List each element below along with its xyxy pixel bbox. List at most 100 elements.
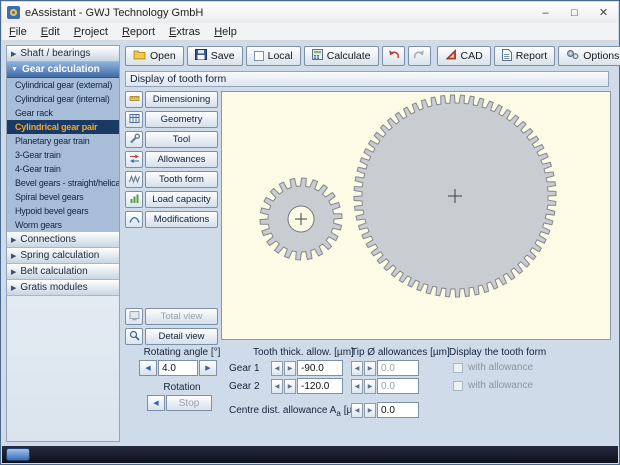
tip1-increase-button[interactable]: ▶ <box>364 361 376 376</box>
centre-allowance-field[interactable] <box>377 402 419 418</box>
detail-view-button[interactable]: Detail view <box>145 328 218 345</box>
total-view-button[interactable]: Total view <box>145 308 218 325</box>
redo-icon <box>413 49 426 63</box>
tooth-thickness-header: Tooth thick. allow. [µm] <box>253 347 354 358</box>
ruler-icon <box>129 92 140 107</box>
sidebar-item-hypoid-bevel-gears[interactable]: Hypoid bevel gears <box>7 204 119 218</box>
modifications-icon-button[interactable] <box>125 211 143 228</box>
arrows-icon <box>129 152 140 167</box>
menu-project[interactable]: Project <box>67 25 115 39</box>
gear2-allowance-field[interactable] <box>297 378 343 394</box>
tip2-allowance-field[interactable] <box>377 378 419 394</box>
sidebar-item-cylindrical-gear-external[interactable]: Cylindrical gear (external) <box>7 78 119 92</box>
sidebar-item-worm-gears[interactable]: Worm gears <box>7 218 119 232</box>
tool-icon-button[interactable] <box>125 131 143 148</box>
section-label: Connections <box>20 234 76 245</box>
gear2-decrease-button[interactable]: ◀ <box>271 379 283 394</box>
sidebar-section-spring-calculation[interactable]: ▶ Spring calculation <box>7 248 119 264</box>
sidebar-section-shaft-bearings[interactable]: ▶ Shaft / bearings <box>7 46 119 62</box>
tip1-allowance-field[interactable] <box>377 360 419 376</box>
undo-button[interactable] <box>382 46 405 66</box>
magnifier-icon <box>129 329 140 344</box>
open-button[interactable]: Open <box>125 46 184 66</box>
menu-help[interactable]: Help <box>207 25 244 39</box>
sidebar: ▶ Shaft / bearings ▼ Gear calculation Cy… <box>6 45 120 442</box>
tooth-form-canvas <box>221 91 611 340</box>
gear-icon <box>566 49 579 63</box>
geometry-button[interactable]: Geometry <box>145 111 218 128</box>
local-checkbox[interactable] <box>254 51 264 61</box>
rotate-right-button[interactable]: ▶ <box>199 360 217 376</box>
tip1-decrease-button[interactable]: ◀ <box>351 361 363 376</box>
centre-decrease-button[interactable]: ◀ <box>351 403 363 418</box>
sidebar-item-cylindrical-gear-pair[interactable]: Cylindrical gear pair <box>7 120 119 134</box>
with-allowance-checkbox-2[interactable] <box>453 381 463 391</box>
view-header: Display of tooth form <box>125 71 609 87</box>
section-label: Gratis modules <box>20 282 87 293</box>
calculate-label: Calculate <box>327 50 371 62</box>
sidebar-item-gear-rack[interactable]: Gear rack <box>7 106 119 120</box>
with-allowance-checkbox-1[interactable] <box>453 363 463 373</box>
modifications-button[interactable]: Modifications <box>145 211 218 228</box>
report-button[interactable]: Report <box>494 46 556 66</box>
tooth-form-button[interactable]: Tooth form <box>145 171 218 188</box>
sidebar-item-3-gear-train[interactable]: 3-Gear train <box>7 148 119 162</box>
options-label: Options <box>583 50 619 62</box>
rotate-left-button[interactable]: ◀ <box>139 360 157 376</box>
gear1-increase-button[interactable]: ▶ <box>284 361 296 376</box>
sidebar-item-planetary-gear-train[interactable]: Planetary gear train <box>7 134 119 148</box>
total-view-icon-button[interactable] <box>125 308 143 325</box>
rotating-angle-field[interactable] <box>158 360 198 376</box>
options-button[interactable]: Options <box>558 46 620 66</box>
detail-view-icon-button[interactable] <box>125 328 143 345</box>
wrench-icon <box>129 132 140 147</box>
dimensioning-icon-button[interactable] <box>125 91 143 108</box>
sidebar-item-bevel-gears[interactable]: Bevel gears - straight/helical <box>7 176 119 190</box>
left-arrow-icon: ◀ <box>145 364 150 372</box>
dimensioning-button[interactable]: Dimensioning <box>145 91 218 108</box>
tip2-decrease-button[interactable]: ◀ <box>351 379 363 394</box>
centre-increase-button[interactable]: ▶ <box>364 403 376 418</box>
tip2-increase-button[interactable]: ▶ <box>364 379 376 394</box>
rotation-stop-button[interactable]: Stop <box>166 395 212 411</box>
menu-extras[interactable]: Extras <box>162 25 207 39</box>
rotation-start-button[interactable]: ◀ <box>147 395 165 411</box>
gear2-increase-button[interactable]: ▶ <box>284 379 296 394</box>
allowances-icon-button[interactable] <box>125 151 143 168</box>
menu-report[interactable]: Report <box>115 25 162 39</box>
sidebar-section-belt-calculation[interactable]: ▶ Belt calculation <box>7 264 119 280</box>
gear1-decrease-button[interactable]: ◀ <box>271 361 283 376</box>
title-bar: eAssistant - GWJ Technology GmbH – □ ✕ <box>2 2 618 24</box>
menu-file[interactable]: File <box>2 25 34 39</box>
calculate-button[interactable]: Calculate <box>304 46 379 66</box>
close-button[interactable]: ✕ <box>589 2 618 23</box>
save-label: Save <box>211 50 235 62</box>
left-arrow-icon: ◀ <box>355 383 360 390</box>
gear1-allowance-field[interactable] <box>297 360 343 376</box>
redo-button[interactable] <box>408 46 431 66</box>
sidebar-section-gratis-modules[interactable]: ▶ Gratis modules <box>7 280 119 296</box>
save-button[interactable]: Save <box>187 46 243 66</box>
report-document-icon <box>502 49 512 64</box>
tool-button[interactable]: Tool <box>145 131 218 148</box>
gear-drawing <box>222 92 610 339</box>
sidebar-section-connections[interactable]: ▶ Connections <box>7 232 119 248</box>
report-label: Report <box>516 50 548 62</box>
load-capacity-button[interactable]: Load capacity <box>145 191 218 208</box>
tooth-form-icon-button[interactable] <box>125 171 143 188</box>
geometry-icon-button[interactable] <box>125 111 143 128</box>
sidebar-item-spiral-bevel-gears[interactable]: Spiral bevel gears <box>7 190 119 204</box>
calculator-icon <box>312 49 323 63</box>
cad-button[interactable]: CAD <box>437 46 491 66</box>
local-toggle[interactable]: Local <box>246 46 301 66</box>
status-button[interactable] <box>6 448 30 461</box>
sidebar-section-gear-calculation[interactable]: ▼ Gear calculation <box>7 62 119 78</box>
sidebar-item-4-gear-train[interactable]: 4-Gear train <box>7 162 119 176</box>
allowances-button[interactable]: Allowances <box>145 151 218 168</box>
menu-edit[interactable]: Edit <box>34 25 67 39</box>
minimize-button[interactable]: – <box>531 2 560 23</box>
load-capacity-icon-button[interactable] <box>125 191 143 208</box>
view-button-column: Total view Detail view <box>125 308 218 348</box>
sidebar-item-cylindrical-gear-internal[interactable]: Cylindrical gear (internal) <box>7 92 119 106</box>
maximize-button[interactable]: □ <box>560 2 589 23</box>
